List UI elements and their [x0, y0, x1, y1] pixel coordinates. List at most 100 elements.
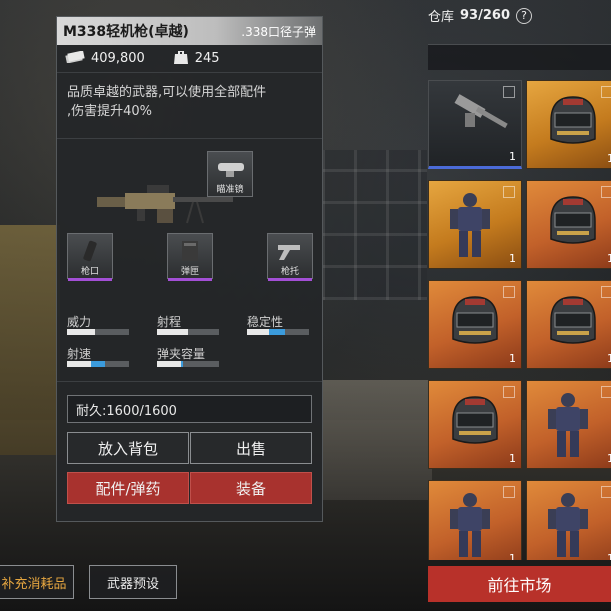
helmet-icon	[550, 296, 596, 344]
attachment-slot-magazine[interactable]: 弹匣	[167, 233, 213, 281]
stat-bar-bonus	[90, 361, 106, 367]
stat-label: 射速	[67, 347, 92, 361]
item-icon	[445, 491, 495, 560]
description-line-1: 品质卓越的武器,可以使用全部配件	[67, 85, 267, 100]
item-quantity: 1	[509, 150, 516, 163]
helmet-icon	[550, 96, 596, 144]
item-icon	[543, 291, 603, 355]
background-window	[322, 150, 427, 300]
rarity-bar	[268, 278, 312, 281]
stat-bar-fill	[247, 329, 269, 335]
scope-icon	[218, 163, 244, 177]
stat-label: 弹夹容量	[157, 347, 206, 361]
item-quantity: 1	[509, 452, 516, 465]
stat-label: 射程	[157, 315, 182, 329]
inventory-count: 93/260	[460, 8, 510, 23]
rarity-bar	[68, 278, 112, 281]
stat-bar	[67, 361, 129, 367]
item-name: M338轻机枪(卓越)	[63, 24, 189, 40]
size-indicator-icon	[503, 86, 515, 98]
stat-bar	[67, 329, 129, 335]
background-crate	[0, 225, 60, 455]
inventory-item-helmet[interactable]: 1	[526, 80, 611, 169]
size-indicator-icon	[601, 186, 611, 198]
slot-label-muzzle: 枪口	[80, 267, 99, 277]
inventory-item-gun[interactable]: 1	[428, 80, 522, 169]
sell-button[interactable]: 出售	[190, 432, 312, 464]
stat-bar	[157, 361, 219, 367]
inventory-item-armor[interactable]: 1	[526, 480, 611, 560]
attachment-slot-muzzle[interactable]: 枪口	[67, 233, 113, 281]
stat-item: 威力	[67, 313, 157, 335]
item-quantity: 1	[509, 352, 516, 365]
inventory-item-armor[interactable]: 1	[526, 380, 611, 469]
armor-suit-icon	[450, 493, 490, 557]
magazine-icon	[182, 241, 198, 261]
item-quantity: 1	[607, 152, 611, 165]
slot-label-stock: 枪托	[280, 267, 299, 277]
attachment-slot-stock[interactable]: 枪托	[267, 233, 313, 281]
durability-field: 耐久:1600/1600	[67, 395, 312, 423]
item-description: 品质卓越的武器,可以使用全部配件 ,伤害提升40%	[57, 73, 322, 139]
stat-item: 稳定性	[247, 313, 317, 335]
machine-gun-icon	[97, 185, 233, 224]
put-in-backpack-button[interactable]: 放入背包	[67, 432, 189, 464]
helmet-icon	[452, 396, 498, 444]
stats-section: 威力 射程 稳定性射速 弹夹容量	[57, 307, 322, 382]
size-indicator-icon	[503, 486, 515, 498]
action-row-1: 放入背包 出售	[67, 432, 312, 464]
equip-button[interactable]: 装备	[190, 472, 312, 504]
stats-grid: 威力 射程 稳定性 射速 弹夹容量	[67, 313, 312, 367]
rarity-bar	[168, 278, 212, 281]
weapon-preset-button[interactable]: 武器预设	[89, 565, 177, 599]
price-group: 409,800	[65, 49, 145, 67]
size-indicator-icon	[503, 386, 515, 398]
item-icon	[543, 391, 593, 465]
muzzle-icon	[83, 240, 97, 262]
slot-label-magazine: 弹匣	[180, 267, 199, 277]
attachments-ammo-button[interactable]: 配件/弹药	[67, 472, 189, 504]
stat-bar-fill	[67, 329, 95, 335]
stat-item: 弹夹容量	[157, 345, 247, 367]
stat-bar-bonus	[268, 329, 286, 335]
item-price: 409,800	[91, 51, 145, 66]
inventory-item-helmet[interactable]: 1	[526, 280, 611, 369]
inventory-item-armor[interactable]: 1	[428, 180, 522, 269]
durability-value: 耐久:1600/1600	[76, 403, 177, 419]
weight-icon	[173, 49, 189, 69]
stat-bar	[157, 329, 219, 335]
inventory-item-helmet[interactable]: 1	[526, 180, 611, 269]
item-icon	[543, 91, 603, 155]
inventory-item-helmet[interactable]: 1	[428, 280, 522, 369]
item-icon	[543, 191, 603, 255]
stat-item: 射程	[157, 313, 247, 335]
item-header: M338轻机枪(卓越) .338口径子弹	[57, 17, 322, 45]
ammo-type: .338口径子弹	[241, 24, 316, 39]
inventory-item-helmet[interactable]: 1	[428, 380, 522, 469]
go-to-market-button[interactable]: 前往市场	[428, 566, 611, 602]
weight-group: 245	[173, 49, 220, 69]
stat-bar-fill	[157, 361, 182, 367]
inventory-grid: 1 1 1 1 1 1 1 1 1 1	[428, 80, 611, 560]
helmet-icon	[550, 196, 596, 244]
inventory-item-armor[interactable]: 1	[428, 480, 522, 560]
machine-gun-icon	[454, 94, 508, 129]
help-icon[interactable]: ?	[516, 7, 532, 24]
restock-consumables-button[interactable]: 补充消耗品	[0, 565, 74, 599]
item-quantity: 1	[607, 352, 611, 365]
stat-bar	[247, 329, 309, 335]
item-quantity: 1	[607, 452, 611, 465]
size-indicator-icon	[503, 286, 515, 298]
stock-icon	[278, 245, 300, 260]
armor-suit-icon	[450, 193, 490, 257]
item-quantity: 1	[607, 252, 611, 265]
item-detail-panel: M338轻机枪(卓越) .338口径子弹 409,800 245 品质卓越的武器…	[56, 16, 323, 522]
item-icon	[445, 191, 495, 265]
armor-suit-icon	[548, 493, 588, 557]
size-indicator-icon	[503, 186, 515, 198]
background-crate-2	[322, 380, 432, 500]
item-quantity: 1	[607, 552, 611, 560]
size-indicator-icon	[601, 386, 611, 398]
item-weight: 245	[194, 51, 220, 66]
stat-bar-fill	[157, 329, 188, 335]
